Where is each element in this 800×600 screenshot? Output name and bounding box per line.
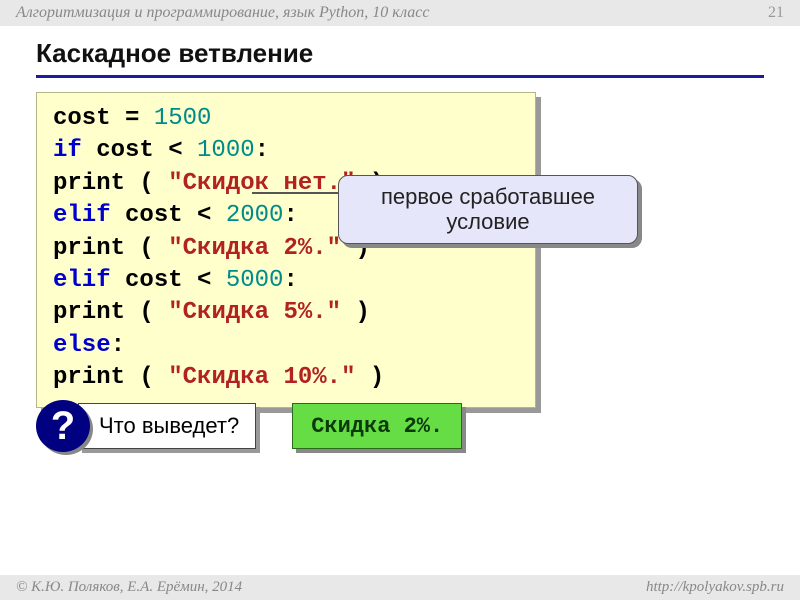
code-text: ) [355, 364, 384, 391]
answer-text: Скидка 2%. [311, 414, 443, 439]
code-func: print [53, 170, 125, 197]
page-number: 21 [768, 4, 784, 22]
course-label: Алгоритмизация и программирование, язык … [16, 4, 429, 22]
code-text: : [283, 202, 297, 229]
code-keyword: else [53, 332, 111, 359]
callout-box: первое сработавшее условие [338, 175, 638, 244]
code-string: "Скидка 5%." [168, 299, 341, 326]
code-text: cost < [111, 202, 226, 229]
header-bar: Алгоритмизация и программирование, язык … [0, 0, 800, 26]
code-text: cost < [111, 267, 226, 294]
code-string: "Скидка 2%." [168, 235, 341, 262]
code-text: ( [125, 299, 168, 326]
code-text: : [255, 137, 269, 164]
footer-authors: © К.Ю. Поляков, Е.А. Ерёмин, 2014 [16, 579, 242, 596]
code-keyword: if [53, 137, 82, 164]
code-text: ) [341, 299, 370, 326]
code-number: 5000 [226, 267, 284, 294]
question-box: Что выведет? [78, 403, 256, 449]
code-text: cost = [53, 105, 154, 132]
code-number: 2000 [226, 202, 284, 229]
answer-box: Скидка 2%. [292, 403, 462, 449]
code-keyword: elif [53, 267, 111, 294]
code-keyword: elif [53, 202, 111, 229]
code-number: 1000 [197, 137, 255, 164]
code-text: : [283, 267, 297, 294]
question-badge-icon: ? [36, 400, 90, 452]
footer-bar: © К.Ю. Поляков, Е.А. Ерёмин, 2014 http:/… [0, 575, 800, 600]
code-func: print [53, 364, 125, 391]
code-text: : [111, 332, 125, 359]
code-string: "Скидка 10%." [168, 364, 355, 391]
code-func: print [53, 299, 125, 326]
callout-text-2: условие [353, 209, 623, 234]
slide-title: Каскадное ветвление [36, 38, 764, 78]
callout-text-1: первое сработавшее [353, 184, 623, 209]
code-text: ( [125, 364, 168, 391]
code-block: cost = 1500 if cost < 1000: print ( "Ски… [36, 92, 536, 408]
footer-url: http://kpolyakov.spb.ru [646, 579, 784, 596]
callout-connector [252, 192, 338, 194]
code-number: 1500 [154, 105, 212, 132]
code-text: ( [125, 170, 168, 197]
code-func: print [53, 235, 125, 262]
code-text: cost < [82, 137, 197, 164]
code-text: ( [125, 235, 168, 262]
question-text: Что выведет? [99, 413, 239, 439]
